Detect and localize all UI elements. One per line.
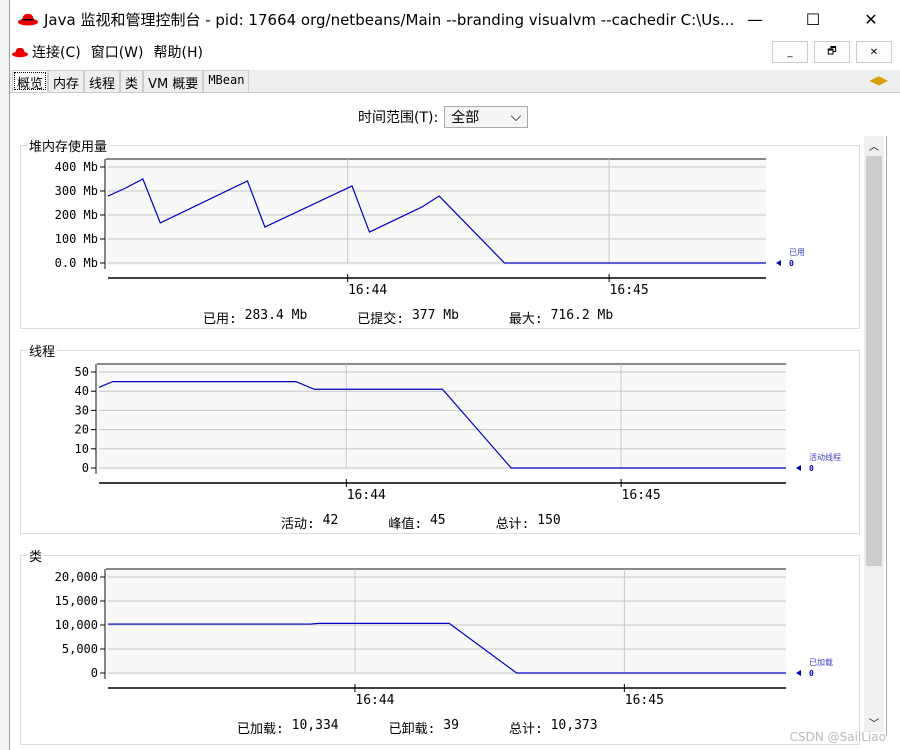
background-window-edge xyxy=(0,0,10,750)
legend-label: 活动线程 xyxy=(809,452,841,462)
menu-connection[interactable]: 连接(C) xyxy=(32,42,81,62)
y-tick-label: 300 Mb xyxy=(55,184,98,198)
plot-area xyxy=(106,569,786,675)
time-range-select[interactable]: 全部 ⌵ xyxy=(444,106,529,128)
scroll-up-icon[interactable]: ︿ xyxy=(869,138,879,153)
y-tick-label: 20,000 xyxy=(55,570,98,584)
tab-memory[interactable]: 内存 xyxy=(48,70,85,92)
plot-area xyxy=(97,364,786,470)
heap-stats: 已用: 283.4 Mb 已提交: 377 Mb 最大: 716.2 Mb xyxy=(203,308,613,327)
stat-value: 42 xyxy=(322,513,339,528)
y-tick-label: 10 xyxy=(75,442,89,456)
stat-label: 总计: xyxy=(495,517,538,532)
redhat-logo-icon xyxy=(18,13,38,26)
series-marker-icon xyxy=(796,670,801,676)
classes-panel: 类 20,000 15,000 10,000 5,000 0 16:44 16:45 0 已加载… xyxy=(20,546,860,745)
minimize-button[interactable]: — xyxy=(726,0,784,38)
stat-value: 716.2 Mb xyxy=(550,308,614,323)
tab-classes[interactable]: 类 xyxy=(120,70,144,92)
watermark: CSDN @SailLiao xyxy=(789,730,886,744)
x-tick-label: 16:45 xyxy=(622,488,661,503)
mdi-restore-button[interactable]: 🗗 xyxy=(814,41,850,63)
divider xyxy=(886,136,887,736)
tab-overview[interactable]: 概览 xyxy=(12,70,49,92)
legend-label: 已用 xyxy=(789,248,805,257)
x-tick-label: 16:45 xyxy=(610,283,649,298)
y-tick-label: 5,000 xyxy=(62,642,98,656)
stat-value: 45 xyxy=(429,513,446,528)
time-range: 时间范围(T): 全部 ⌵ xyxy=(358,106,529,128)
threads-chart: 50 40 30 20 10 0 16:44 16:45 0 活动线程 xyxy=(75,363,841,503)
time-range-value: 全部 xyxy=(451,110,480,126)
scrollbar-thumb[interactable] xyxy=(866,156,882,566)
y-tick-label: 15,000 xyxy=(55,594,98,608)
tab-mbean[interactable]: MBean xyxy=(203,70,250,92)
mdi-minimize-button[interactable]: _ xyxy=(772,41,808,63)
stat-value: 150 xyxy=(537,513,561,528)
stat-label: 峰值: xyxy=(388,517,430,532)
series-last-value: 0 xyxy=(809,464,814,473)
stat-value: 10,334 xyxy=(291,718,339,733)
series-last-value: 0 xyxy=(789,259,794,268)
stat-value: 377 Mb xyxy=(411,308,459,323)
x-tick-label: 16:45 xyxy=(625,693,664,708)
x-tick-label: 16:44 xyxy=(347,488,386,503)
menu-bar: 连接(C) 窗口(W) 帮助(H) xyxy=(10,38,900,66)
series-marker-icon xyxy=(796,465,801,471)
title-bar: Java 监视和管理控制台 - pid: 17664 org/netbeans/… xyxy=(10,0,900,38)
heap-memory-chart: 400 Mb 300 Mb 200 Mb 100 Mb 0.0 Mb 16:44 16:45… xyxy=(55,158,805,298)
x-tick-label: 16:44 xyxy=(355,693,394,708)
tab-scroll-arrows-icon[interactable]: ◀▶ xyxy=(870,73,888,87)
y-tick-label: 0 xyxy=(82,461,89,475)
mdi-close-button[interactable]: ✕ xyxy=(856,41,892,63)
series-marker-icon xyxy=(776,260,781,266)
threads-panel: 线程 50 40 30 20 10 0 16:44 16:45 0 活动线程 活动: 42 峰值:… xyxy=(20,341,860,534)
y-tick-label: 100 Mb xyxy=(55,232,98,246)
x-tick-label: 16:44 xyxy=(348,283,387,298)
vertical-scrollbar[interactable]: ︿ ﹀ xyxy=(864,136,884,732)
classes-stats: 已加载: 10,334 已卸载: 39 总计: 10,373 xyxy=(237,718,598,737)
legend-label: 已加载 xyxy=(809,657,833,667)
stat-label: 总计: xyxy=(508,722,551,737)
stat-value: 39 xyxy=(443,718,459,733)
plot-area xyxy=(106,159,766,265)
window-title: Java 监视和管理控制台 - pid: 17664 org/netbeans/… xyxy=(44,10,735,29)
menu-help[interactable]: 帮助(H) xyxy=(153,42,202,62)
stat-value: 10,373 xyxy=(550,718,598,733)
tab-threads[interactable]: 线程 xyxy=(84,70,121,92)
heap-memory-panel: 堆内存使用量 400 Mb 300 Mb 200 Mb 100 Mb 0.0 Mb 16:… xyxy=(20,136,860,329)
stat-label: 最大: xyxy=(508,312,551,327)
stat-label: 已卸载: xyxy=(388,722,444,737)
threads-stats: 活动: 42 峰值: 45 总计: 150 xyxy=(281,513,561,532)
y-tick-label: 10,000 xyxy=(55,618,98,632)
stat-label: 活动: xyxy=(281,517,323,532)
stat-label: 已提交: xyxy=(357,312,412,327)
y-tick-label: 30 xyxy=(75,403,89,417)
maximize-button[interactable]: ☐ xyxy=(784,0,842,38)
stat-label: 已加载: xyxy=(237,722,292,737)
y-tick-label: 0 xyxy=(91,666,98,680)
stat-label: 已用: xyxy=(203,312,245,327)
y-tick-label: 0.0 Mb xyxy=(55,256,98,270)
tab-bar: 概览 内存 线程 类 VM 概要 MBean xyxy=(10,70,900,93)
y-tick-label: 200 Mb xyxy=(55,208,98,222)
y-tick-label: 50 xyxy=(75,365,89,379)
jconsole-window: Java 监视和管理控制台 - pid: 17664 org/netbeans/… xyxy=(10,0,900,750)
tab-vm-summary[interactable]: VM 概要 xyxy=(143,70,204,92)
y-tick-label: 400 Mb xyxy=(55,160,98,174)
y-tick-label: 20 xyxy=(75,423,89,437)
scroll-down-icon[interactable]: ﹀ xyxy=(869,715,879,730)
redhat-logo-icon xyxy=(12,47,28,58)
chevron-down-icon: ⌵ xyxy=(510,109,522,125)
classes-chart: 20,000 15,000 10,000 5,000 0 16:44 16:45 0 已加载 xyxy=(55,568,833,708)
stat-value: 283.4 Mb xyxy=(244,308,308,323)
y-tick-label: 40 xyxy=(75,384,89,398)
series-last-value: 0 xyxy=(809,669,814,678)
close-button[interactable]: ✕ xyxy=(842,0,900,38)
time-range-label: 时间范围(T): xyxy=(358,110,439,126)
menu-window[interactable]: 窗口(W) xyxy=(91,42,144,62)
